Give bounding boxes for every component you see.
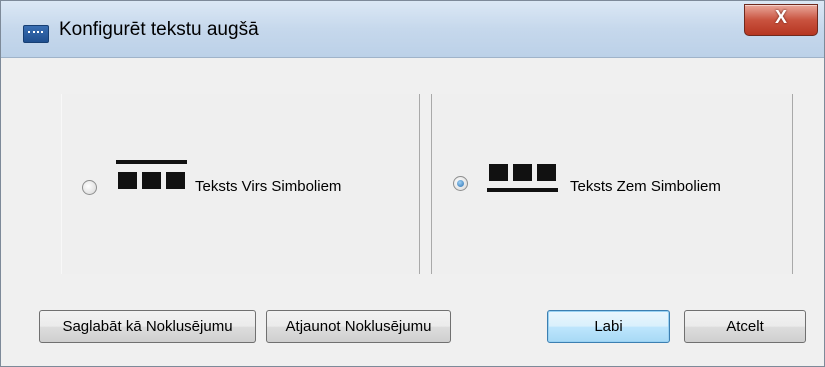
radio-text-above[interactable] (82, 180, 97, 195)
cancel-button[interactable]: Atcelt (684, 310, 806, 343)
text-above-symbols-icon (116, 160, 187, 190)
option-panel-text-below[interactable]: Teksts Zem Simboliem (431, 94, 793, 274)
restore-default-button[interactable]: Atjaunot Noklusējumu (266, 310, 451, 343)
radio-text-below[interactable] (453, 176, 468, 191)
title-bar[interactable]: Konfigurēt tekstu augšā X (1, 1, 824, 58)
dialog-app-icon (23, 25, 49, 43)
close-button[interactable]: X (744, 4, 818, 36)
window-title: Konfigurēt tekstu augšā (59, 19, 259, 40)
close-icon: X (774, 7, 787, 27)
ok-button[interactable]: Labi (547, 310, 670, 343)
option-panel-text-above[interactable]: Teksts Virs Simboliem (61, 94, 420, 274)
option-label-text-below: Teksts Zem Simboliem (570, 178, 721, 195)
option-label-text-above: Teksts Virs Simboliem (195, 178, 342, 195)
dialog-window: Konfigurēt tekstu augšā X Teksts Virs Si… (0, 0, 825, 367)
save-as-default-button[interactable]: Saglabāt kā Noklusējumu (39, 310, 256, 343)
text-below-symbols-icon (487, 164, 558, 194)
